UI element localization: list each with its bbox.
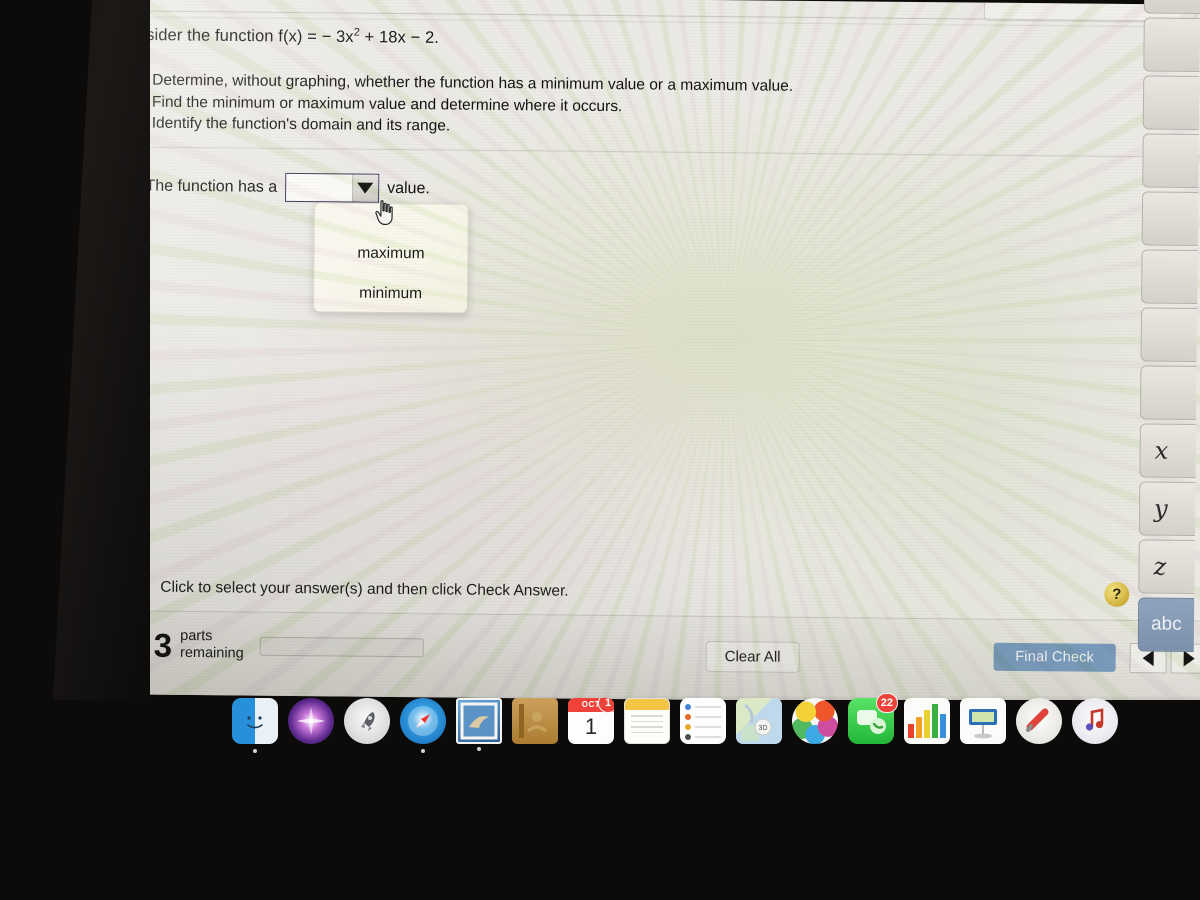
dock-item-siri[interactable] [288,698,334,744]
help-badge[interactable]: ? [1104,581,1130,608]
dock-item-contacts[interactable] [512,698,558,744]
palette-key-blank-2[interactable] [1143,17,1200,73]
palette-key-x[interactable]: x [1139,423,1200,479]
reminder-row [685,734,721,740]
stamp-eagle-icon [458,700,500,742]
palette-key-blank-6[interactable] [1141,249,1200,305]
dock-item-maps[interactable]: 3D [736,698,782,744]
palette-key-blank-4[interactable] [1142,133,1200,189]
minmax-select[interactable] [284,172,380,203]
dock-item-pages[interactable] [1016,698,1062,744]
palette-key-blank-3[interactable] [1142,75,1200,131]
select-arrow-button[interactable] [352,174,379,202]
map-pin-icon: 3D [736,698,782,744]
finder-face-icon [232,698,278,744]
final-check-button[interactable]: Final Check [993,642,1116,672]
exercise-content: Consider the function f(x) = − 3x2 + 18x… [81,0,1200,705]
dropdown-option-maximum[interactable]: maximum [314,240,467,267]
svg-text:3D: 3D [759,725,768,732]
answer-part-letter: a. [128,176,142,195]
dock-item-calendar[interactable]: OCT 1 1 [568,698,614,744]
palette-key-blank-8[interactable] [1139,365,1200,421]
laptop-screen-photo: Consider the function f(x) = − 3x2 + 18x… [0,0,1200,900]
question-statement: Consider the function f(x) = − 3x2 + 18x… [116,24,440,48]
dropdown-option-minimum[interactable]: minimum [314,280,467,307]
pen-document-icon [1016,698,1062,744]
exercise-window: Consider the function f(x) = − 3x2 + 18x… [81,0,1200,705]
dock-item-notes[interactable] [624,698,670,744]
instruction-text: Click to select your answer(s) and then … [160,578,569,600]
dock-item-mail[interactable] [456,698,502,751]
dock-item-safari[interactable] [400,698,446,753]
progress-bar [259,636,424,657]
dock-item-finder[interactable] [232,698,278,753]
macos-dock: OCT 1 1 3D 22 [232,693,1172,753]
question-suffix: + 18x − 2. [359,28,440,47]
reminder-row [685,714,721,720]
numbers-bar [908,724,914,738]
palette-key-blank-1[interactable] [1143,0,1200,15]
notes-header-strip [625,699,669,710]
answer-lead-text: The function has a [145,177,278,196]
parts-remaining-label: parts remaining [180,628,244,663]
address-book-icon [512,698,558,744]
dock-item-reminders[interactable] [680,698,726,744]
palette-key-blank-7[interactable] [1140,307,1200,363]
question-parts-list: a. Determine, without graphing, whether … [119,69,794,140]
numbers-bar [916,716,922,738]
parts-remaining-group: 3 parts remaining [153,626,424,665]
part-letter: a. [119,71,133,89]
part-text: Identify the function's domain and its r… [151,114,451,135]
numbers-bar [940,713,946,738]
dock-item-keynote[interactable] [960,698,1006,744]
compass-icon [400,698,446,744]
math-keypad-palette: x y z abc [1129,0,1200,700]
music-note-icon [1072,698,1118,744]
select-value [286,174,352,202]
rocket-icon [344,698,390,744]
messages-badge: 22 [875,693,898,713]
dock-item-messages[interactable]: 22 [848,693,898,744]
dock-item-launchpad[interactable] [344,698,390,744]
clear-all-button[interactable]: Clear All [705,640,800,673]
numbers-bar [932,704,938,738]
reminder-row [685,704,721,710]
part-letter: c. [118,114,132,132]
parts-remaining-count: 3 [153,626,173,664]
answer-trailing-text: value. [387,179,430,197]
podium-screen-icon [960,698,1006,744]
running-indicator [421,749,425,753]
dock-item-photos[interactable] [792,698,838,744]
running-indicator [477,747,481,751]
palette-key-blank-5[interactable] [1141,191,1200,247]
dock-item-itunes[interactable] [1072,698,1118,744]
question-prefix: Consider the function f(x) = − 3x [115,25,354,47]
calendar-day-label: 1 [584,714,598,739]
exercise-toolbar: 3 parts remaining Clear All Final Check [81,610,1200,705]
parts-remaining-line1: parts [180,627,213,645]
siri-orb-icon [288,698,334,744]
reminder-row [685,724,721,730]
dock-item-numbers[interactable] [904,698,950,744]
palette-key-y[interactable]: y [1138,481,1200,537]
palette-key-z[interactable]: z [1138,539,1200,595]
notes-lines [625,710,669,742]
chevron-down-icon [357,182,374,194]
running-indicator [253,749,257,753]
part-letter: b. [118,92,133,110]
hand-cursor-icon [375,200,393,226]
palette-key-abc[interactable]: abc [1137,597,1200,653]
parts-remaining-line2: remaining [179,644,244,662]
content-divider [86,145,1200,158]
numbers-bar [924,710,930,738]
